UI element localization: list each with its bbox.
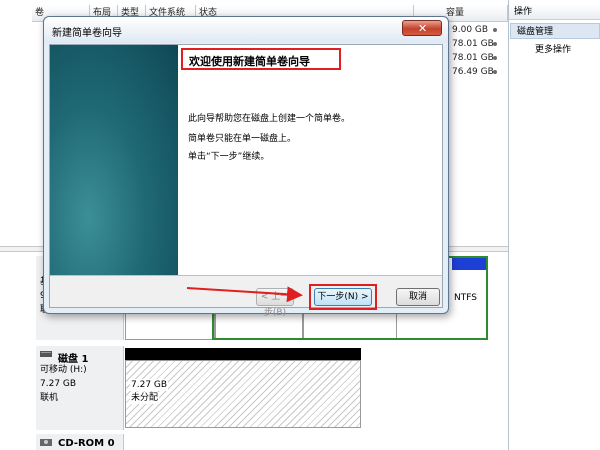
wizard-separator bbox=[50, 275, 442, 276]
actions-title: 操作 bbox=[509, 4, 600, 20]
capacity-cell: 78.01 GB bbox=[452, 53, 494, 63]
actions-more-link[interactable]: 更多操作 bbox=[535, 44, 571, 56]
disk1-size: 7.27 GB bbox=[40, 379, 77, 389]
more-columns-icon bbox=[493, 56, 497, 60]
disk1-partition-status: 未分配 bbox=[130, 392, 160, 404]
capacity-cell: 76.49 GB bbox=[452, 67, 494, 77]
wizard-paragraph: 简单卷只能在单一磁盘上。 bbox=[188, 134, 297, 144]
wizard-paragraph: 此向导帮助您在磁盘上创建一个简单卷。 bbox=[188, 114, 351, 124]
pointer-arrow-icon bbox=[186, 286, 303, 303]
wizard-titlebar[interactable]: 新建简单卷向导 ✕ bbox=[44, 17, 448, 43]
cdrom-label[interactable]: CD-ROM 0 bbox=[36, 434, 124, 450]
wizard-client-area: 欢迎使用新建简单卷向导 此向导帮助您在磁盘上创建一个简单卷。 简单卷只能在单一磁… bbox=[49, 44, 443, 318]
close-icon: ✕ bbox=[418, 22, 428, 35]
more-columns-icon bbox=[493, 42, 497, 46]
disk1-label[interactable]: 磁盘 1 可移动 (H:) 7.27 GB 联机 bbox=[36, 346, 124, 430]
disk0-partition[interactable] bbox=[125, 312, 215, 340]
disk1-unallocated-partition[interactable]: 7.27 GB 未分配 bbox=[125, 360, 361, 428]
cdrom-icon bbox=[40, 439, 52, 446]
disk1-partition-size: 7.27 GB bbox=[130, 379, 169, 391]
wizard-banner-image bbox=[50, 45, 178, 275]
disk-icon bbox=[40, 351, 52, 357]
cancel-button[interactable]: 取消 bbox=[396, 288, 440, 306]
heading-highlight-box: 欢迎使用新建简单卷向导 bbox=[181, 48, 341, 70]
ntfs-partition-header bbox=[452, 258, 486, 270]
disk1-partition-header bbox=[125, 348, 361, 360]
disk1-name: 磁盘 1 bbox=[58, 354, 89, 365]
wizard-heading: 欢迎使用新建简单卷向导 bbox=[189, 55, 310, 68]
wizard-content: 欢迎使用新建简单卷向导 此向导帮助您在磁盘上创建一个简单卷。 简单卷只能在单一磁… bbox=[178, 45, 442, 275]
wizard-paragraph: 单击“下一步”继续。 bbox=[188, 152, 270, 162]
new-simple-volume-wizard: 新建简单卷向导 ✕ 欢迎使用新建简单卷向导 此向导帮助您在磁盘上创建一个简单卷。… bbox=[43, 16, 449, 318]
actions-disk-management[interactable]: 磁盘管理 bbox=[510, 23, 600, 39]
capacity-cell: 9.00 GB bbox=[452, 25, 489, 35]
actions-pane: 操作 磁盘管理 更多操作 bbox=[508, 0, 600, 450]
capacity-cell: 78.01 GB bbox=[452, 39, 494, 49]
more-columns-icon bbox=[493, 70, 497, 74]
ntfs-filesystem-text: NTFS bbox=[453, 292, 478, 304]
disk1-type: 可移动 (H:) bbox=[40, 365, 87, 375]
more-columns-icon bbox=[493, 28, 497, 32]
next-highlight-box bbox=[309, 284, 377, 310]
wizard-title: 新建简单卷向导 bbox=[52, 28, 122, 39]
cdrom-name: CD-ROM 0 bbox=[58, 438, 115, 449]
disk1-status: 联机 bbox=[40, 393, 59, 403]
close-button[interactable]: ✕ bbox=[402, 20, 442, 36]
